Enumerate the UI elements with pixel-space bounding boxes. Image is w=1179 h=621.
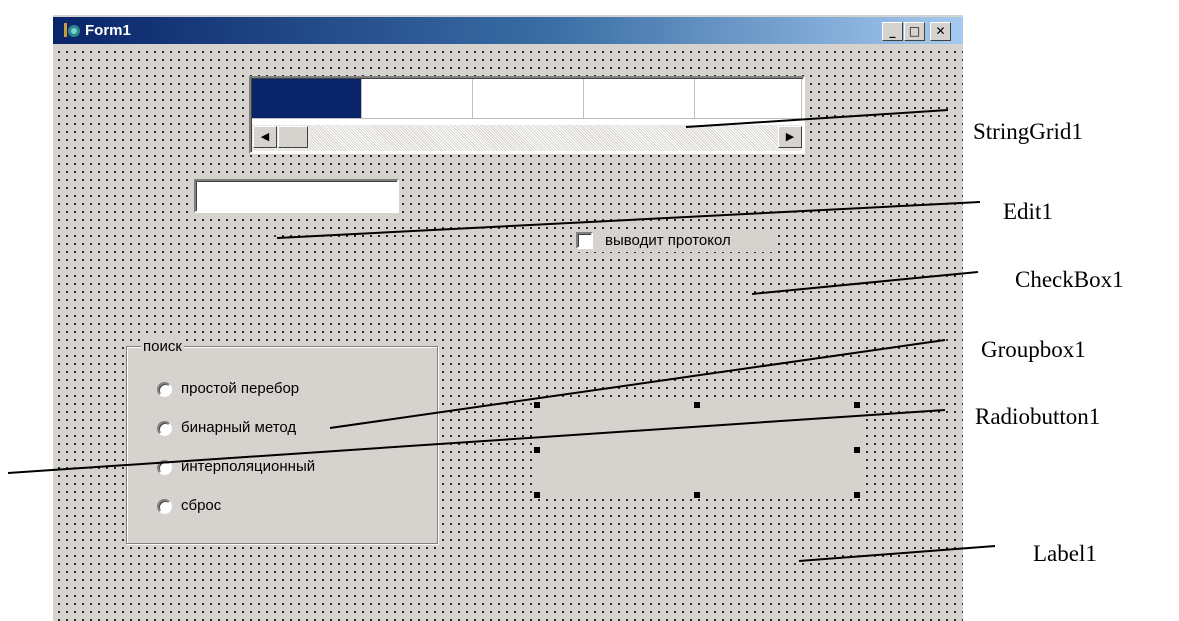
resize-handle[interactable] <box>854 492 860 498</box>
callout-groupbox: Groupbox1 <box>981 337 1086 362</box>
radio-label: сброс <box>181 497 222 514</box>
callout-radiobutton: Radiobutton1 <box>975 404 1101 429</box>
resize-handle[interactable] <box>854 447 860 453</box>
radio-button-icon[interactable] <box>157 382 172 397</box>
close-button[interactable]: ✕ <box>930 22 951 41</box>
radio-reset[interactable]: сброс <box>157 495 417 519</box>
form-window: Form1 _ □ ✕ ◀ ▶ выводит протокол поиск п… <box>52 14 963 621</box>
callout-edit: Edit1 <box>1003 199 1053 224</box>
grid-cell[interactable] <box>584 79 695 119</box>
scroll-right-arrow-icon[interactable]: ▶ <box>778 126 802 148</box>
window-title: Form1 <box>85 22 131 39</box>
string-grid[interactable]: ◀ ▶ <box>249 76 805 154</box>
radio-button-icon[interactable] <box>157 421 172 436</box>
radio-interpolation[interactable]: интерполяционный <box>157 456 417 480</box>
grid-cell[interactable] <box>695 79 802 119</box>
callout-checkbox: CheckBox1 <box>1015 267 1124 292</box>
radio-label: бинарный метод <box>181 419 297 436</box>
callout-label: Label1 <box>1033 541 1097 566</box>
resize-handle[interactable] <box>534 447 540 453</box>
grid-cell[interactable] <box>362 79 473 119</box>
checkbox-box[interactable] <box>576 232 593 249</box>
scroll-left-arrow-icon[interactable]: ◀ <box>253 126 277 148</box>
horizontal-scrollbar[interactable]: ◀ ▶ <box>252 125 802 151</box>
maximize-button[interactable]: □ <box>904 22 925 41</box>
resize-handle[interactable] <box>694 492 700 498</box>
radio-button-icon[interactable] <box>157 460 172 475</box>
resize-handle[interactable] <box>854 402 860 408</box>
edit-field[interactable] <box>194 179 399 213</box>
protocol-checkbox[interactable]: выводит протокол <box>575 230 775 252</box>
radio-binary-method[interactable]: бинарный метод <box>157 417 417 441</box>
search-groupbox: поиск простой перебор бинарный метод инт… <box>126 338 438 544</box>
groupbox-caption: поиск <box>141 338 184 355</box>
resize-handle[interactable] <box>534 492 540 498</box>
callout-stringgrid: StringGrid1 <box>973 119 1083 144</box>
title-bar[interactable]: Form1 _ □ ✕ <box>53 17 963 44</box>
minimize-button[interactable]: _ <box>882 22 903 41</box>
radio-label: простой перебор <box>181 380 300 397</box>
resize-handle[interactable] <box>694 402 700 408</box>
label1-selection-area[interactable] <box>534 402 860 498</box>
radio-label: интерполяционный <box>181 458 316 475</box>
delphi-app-icon <box>63 21 81 39</box>
scroll-thumb[interactable] <box>278 126 308 148</box>
grid-cell[interactable] <box>473 79 584 119</box>
form-client-area: ◀ ▶ выводит протокол поиск простой переб… <box>53 46 963 621</box>
radio-button-icon[interactable] <box>157 499 172 514</box>
grid-fixed-cell[interactable] <box>252 79 362 119</box>
resize-handle[interactable] <box>534 402 540 408</box>
checkbox-label: выводит протокол <box>605 232 731 249</box>
radio-simple-search[interactable]: простой перебор <box>157 378 417 402</box>
